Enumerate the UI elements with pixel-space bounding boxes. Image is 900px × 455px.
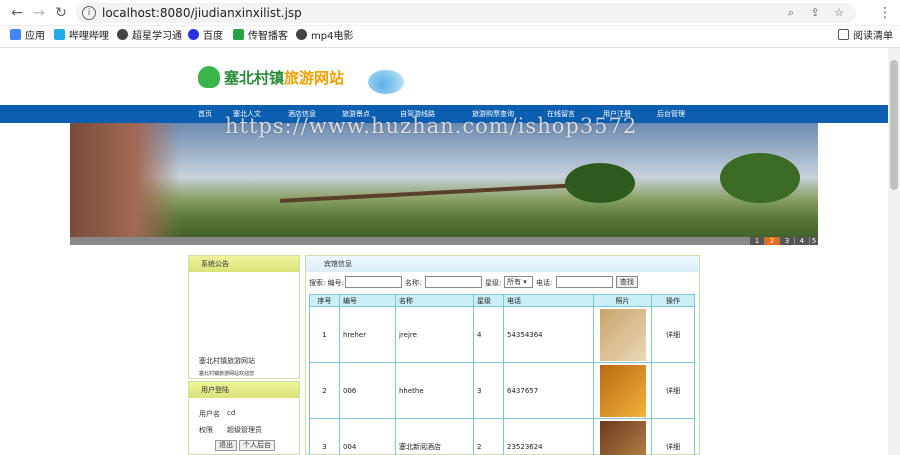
bookmark-chaoxing[interactable]: 超星学习通 [117,29,182,45]
page-scrollbar[interactable] [888,48,900,455]
banner-page-3[interactable]: 3 [780,237,794,245]
banner-image [70,123,818,243]
menu-home[interactable]: 首页 [198,108,212,120]
globe-icon [117,29,128,40]
menu-kebab-icon[interactable]: ⋮ [876,4,894,22]
cell-level: 2 [473,418,504,455]
cell-name: 塞北新阅酒店 [395,418,474,455]
find-button[interactable]: 查找 [616,276,638,288]
reading-list[interactable]: 阅读清单 [838,29,893,45]
level-select[interactable]: 所有 ▾ [504,276,533,288]
hotel-photo[interactable] [599,364,646,417]
hotel-table: 序号 编号 名称 星级 电话 照片 操作 1 hreher jrejre 4 5… [309,294,695,455]
reading-list-icon [838,29,849,40]
table-row: 1 hreher jrejre 4 54354364 详细 [309,306,695,363]
col-header: 序号 [309,294,340,307]
banner-page-4[interactable]: 4 [795,237,809,245]
login-title: 用户登陆 [189,382,299,398]
baidu-paw-icon [188,29,199,40]
cell-no: 2 [309,362,340,419]
share-icon[interactable]: ⇪ [808,6,822,20]
profile-button[interactable]: 个人后台 [239,440,275,451]
banner-page-2[interactable]: 2 [765,237,779,245]
cell-code: 006 [339,362,396,419]
bilibili-icon [54,29,65,40]
menu-admin[interactable]: 后台管理 [657,108,685,120]
cell-level: 3 [473,362,504,419]
col-header: 编号 [339,294,396,307]
site-logo[interactable]: 塞北村镇旅游网站 [196,62,436,102]
hotel-photo[interactable] [599,420,646,455]
watermark-text: https://www.huzhan.com/ishop3572 [225,114,638,138]
role-row: 权限 超级管理员 [199,426,262,434]
back-icon[interactable]: ← [8,4,26,22]
col-header: 照片 [593,294,652,307]
cell-photo [593,306,652,363]
cell-phone: 54354364 [503,306,594,363]
forward-icon[interactable]: → [30,4,48,22]
table-header-row: 序号 编号 名称 星级 电话 照片 操作 [309,294,695,307]
itcast-icon [233,29,244,40]
col-header: 星级 [473,294,504,307]
cell-phone: 6437657 [503,362,594,419]
cell-no: 3 [309,418,340,455]
apps-grid-icon [10,29,21,40]
star-icon[interactable]: ☆ [832,6,846,20]
cell-code: hreher [339,306,396,363]
banner-page-1[interactable]: 1 [750,237,764,245]
address-bar[interactable]: i localhost:8080/jiudianxinxilist.jsp ⌕ … [76,3,856,23]
bookmarks-bar: 应用 哔哩哔哩 超星学习通 百度 传智播客 mp4电影 阅读清单 [0,26,900,48]
site-title: 塞北村镇旅游网站 [224,69,345,87]
table-row: 3 004 塞北新阅酒店 2 23523624 详细 [309,418,695,455]
notice-title: 系统公告 [189,256,299,272]
bookmark-baidu[interactable]: 百度 [188,29,223,45]
logout-button[interactable]: 退出 [215,440,237,451]
banner-page-5[interactable]: 5 [810,237,818,245]
zoom-icon[interactable]: ⌕ [784,6,798,20]
code-search-input[interactable] [345,276,402,288]
col-header: 操作 [651,294,695,307]
name-search-input[interactable] [425,276,482,288]
phone-search-input[interactable] [556,276,613,288]
cell-photo [593,418,652,455]
detail-link[interactable]: 详细 [651,362,695,419]
airplane-logo-icon [368,70,404,94]
col-header: 电话 [503,294,594,307]
username-row: 用户名 cd [199,409,236,418]
globe-icon [296,29,307,40]
cell-level: 4 [473,306,504,363]
table-row: 2 006 hhethe 3 6437657 详细 [309,362,695,419]
cell-no: 1 [309,306,340,363]
browser-toolbar: ← → ↻ i localhost:8080/jiudianxinxilist.… [0,0,900,26]
detail-link[interactable]: 详细 [651,418,695,455]
elephant-logo-icon [198,66,220,88]
cell-phone: 23523624 [503,418,594,455]
panel-title: 宾馆信息 [306,256,699,272]
bookmark-itcast[interactable]: 传智播客 [233,29,288,45]
login-panel: 用户登陆 用户名 cd 权限 超级管理员 退出 个人后台 [188,381,300,455]
hotel-list-panel: 宾馆信息 搜索: 编号: 名称: 星级: 所有 ▾ 电话: 查找 序号 编号 名… [305,255,700,455]
bookmark-mp4[interactable]: mp4电影 [296,29,353,45]
cell-name: jrejre [395,306,474,363]
cell-photo [593,362,652,419]
banner-caption-bar [70,237,818,245]
col-header: 名称 [395,294,474,307]
notice-line: 塞北村镇旅游网站欢迎您 [199,371,255,377]
notice-panel: 系统公告 塞北村镇旅游网站 塞北村镇旅游网站欢迎您 [188,255,300,379]
bookmark-bilibili[interactable]: 哔哩哔哩 [54,29,109,45]
bookmark-apps[interactable]: 应用 [10,29,45,45]
scrollbar-thumb[interactable] [890,60,898,190]
site-info-icon[interactable]: i [82,6,96,20]
reload-icon[interactable]: ↻ [52,4,70,22]
detail-link[interactable]: 详细 [651,306,695,363]
cell-code: 004 [339,418,396,455]
page-content: 塞北村镇旅游网站 首页 塞北人文 酒店信息 旅游景点 自驾游线路 旅游购票查询 … [0,48,888,455]
notice-line: 塞北村镇旅游网站 [199,357,255,365]
hotel-photo[interactable] [599,308,646,361]
address-url[interactable]: localhost:8080/jiudianxinxilist.jsp [102,5,302,21]
cell-name: hhethe [395,362,474,419]
